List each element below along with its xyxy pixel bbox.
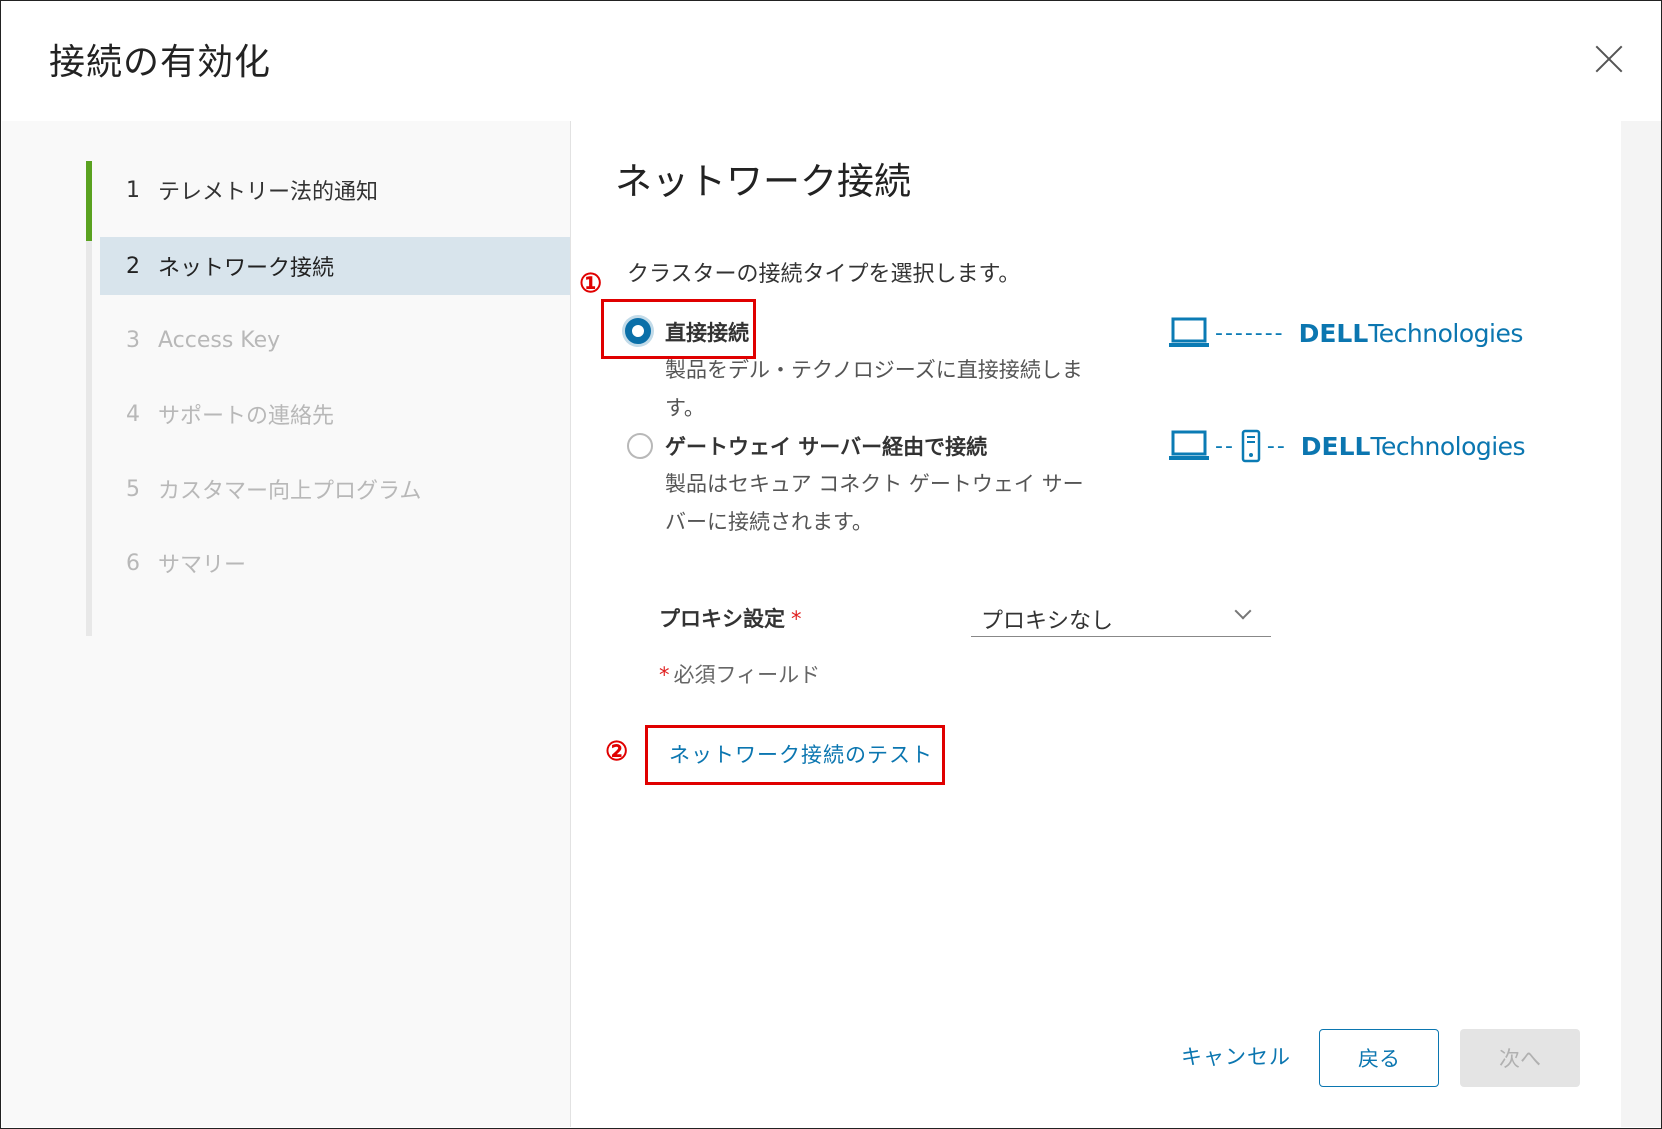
connection-line: -- <box>1215 433 1235 459</box>
step-customer-improvement: 5 カスタマー向上プログラム <box>100 458 570 520</box>
step-label: ネットワーク接続 <box>158 256 335 281</box>
direct-connect-description: 製品をデル・テクノロジーズに直接接続しま す。 <box>665 351 1083 427</box>
step-number: 1 <box>126 177 140 203</box>
direct-connect-radio[interactable] <box>625 318 651 344</box>
direct-connect-label[interactable]: 直接接続 <box>665 317 749 347</box>
description-line: 製品をデル・テクノロジーズに直接接続しま <box>665 358 1083 382</box>
step-number: 2 <box>126 253 140 279</box>
logo-brand: DELL <box>1298 318 1369 348</box>
step-label: サポートの連絡先 <box>158 404 335 429</box>
dell-technologies-logo: DELL Technologies <box>1298 318 1524 348</box>
main-content: ネットワーク接続 クラスターの接続タイプを選択します。 ① 直接接続 製品をデル… <box>571 121 1621 1127</box>
step-label: カスタマー向上プログラム <box>158 479 422 504</box>
scroll-gutter <box>1621 121 1661 1127</box>
gateway-connect-description: 製品はセキュア コネクト ゲートウェイ サー バーに接続されます。 <box>665 465 1084 541</box>
stepper-progress-indicator <box>86 161 92 241</box>
instruction-text: クラスターの接続タイプを選択します。 <box>627 262 1021 287</box>
dialog: 接続の有効化 1 テレメトリー法的通知 2 ネットワーク接続 3 Access … <box>0 0 1662 1129</box>
next-button[interactable]: 次へ <box>1460 1029 1580 1087</box>
step-number: 5 <box>126 476 140 502</box>
gateway-connect-radio[interactable] <box>627 433 653 459</box>
page-title: ネットワーク接続 <box>615 160 911 203</box>
chevron-down-icon <box>1234 602 1252 620</box>
step-label: サマリー <box>158 553 247 578</box>
step-summary: 6 サマリー <box>100 532 570 594</box>
dialog-title: 接続の有効化 <box>49 42 272 83</box>
test-network-connection-button[interactable]: ネットワーク接続のテスト <box>669 739 933 769</box>
close-icon[interactable] <box>1593 43 1625 75</box>
step-telemetry-notice[interactable]: 1 テレメトリー法的通知 <box>100 159 570 221</box>
dell-technologies-logo: DELL Technologies <box>1300 431 1526 461</box>
logo-brand: DELL <box>1300 431 1371 461</box>
step-support-contacts: 4 サポートの連絡先 <box>100 383 570 445</box>
required-asterisk: * <box>791 607 802 631</box>
step-number: 6 <box>126 550 140 576</box>
connection-line: ------- <box>1215 320 1285 346</box>
gateway-connect-label[interactable]: ゲートウェイ サーバー経由で接続 <box>665 431 987 461</box>
proxy-selected-value: プロキシなし <box>981 609 1114 634</box>
gateway-server-icon <box>1241 429 1261 463</box>
direct-connect-diagram: ------- DELL Technologies <box>1169 317 1523 349</box>
back-button[interactable]: 戻る <box>1319 1029 1439 1087</box>
proxy-label-text: プロキシ設定 <box>659 607 785 631</box>
description-line: 製品はセキュア コネクト ゲートウェイ サー <box>665 472 1084 496</box>
step-access-key: 3 Access Key <box>100 309 570 371</box>
gateway-connect-diagram: -- -- DELL Technologies <box>1169 429 1526 463</box>
step-label: テレメトリー法的通知 <box>158 180 379 205</box>
laptop-icon <box>1169 430 1209 460</box>
logo-suffix: Technologies <box>1370 431 1526 461</box>
description-line: す。 <box>665 396 705 420</box>
proxy-settings-label: プロキシ設定 * <box>659 603 802 633</box>
step-network-connection[interactable]: 2 ネットワーク接続 <box>100 237 570 295</box>
laptop-icon <box>1169 317 1209 347</box>
required-field-note: * 必須フィールド <box>659 659 820 689</box>
step-number: 4 <box>126 401 140 427</box>
callout-number-2: ② <box>605 737 629 767</box>
description-line: バーに接続されます。 <box>665 510 873 534</box>
proxy-settings-select[interactable]: プロキシなし <box>971 591 1271 637</box>
cancel-button[interactable]: キャンセル <box>1181 1041 1291 1071</box>
wizard-stepper: 1 テレメトリー法的通知 2 ネットワーク接続 3 Access Key 4 サ… <box>2 121 571 1127</box>
required-note-text: 必須フィールド <box>673 663 821 687</box>
step-number: 3 <box>126 327 140 353</box>
callout-number-1: ① <box>579 269 603 299</box>
required-asterisk: * <box>659 663 670 687</box>
connection-line: -- <box>1266 433 1287 459</box>
step-label: Access Key <box>158 327 281 353</box>
logo-suffix: Technologies <box>1368 318 1523 348</box>
